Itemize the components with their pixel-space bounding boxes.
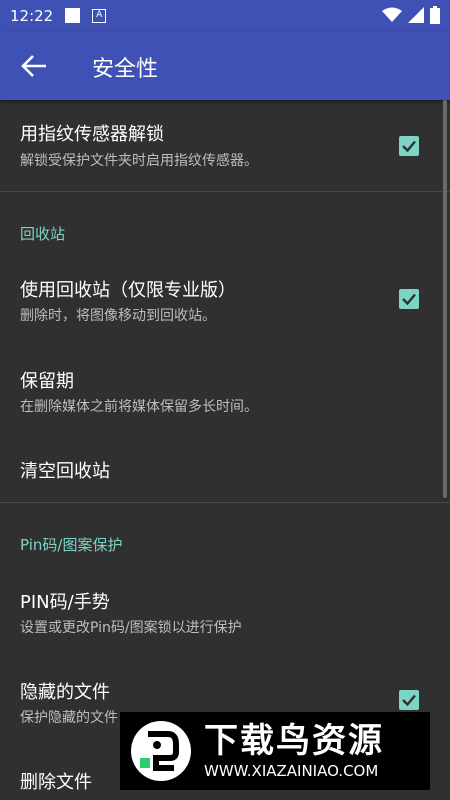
watermark-text: 下载鸟资源 WWW.XIAZAINIAO.COM	[204, 722, 384, 780]
divider	[0, 502, 450, 503]
pref-use-recycle-bin[interactable]: 使用回收站（仅限专业版） 删除时，将图像移动到回收站。	[0, 258, 440, 344]
notification-a-icon: A	[92, 8, 107, 23]
pref-title: 清空回收站	[20, 461, 110, 482]
settings-list: 用指纹传感器解锁 解锁受保护文件夹时启用指纹传感器。 回收站 使用回收站（仅限专…	[0, 100, 450, 800]
pref-title: 隐藏的文件	[20, 682, 110, 703]
pref-retention-period[interactable]: 保留期 在删除媒体之前将媒体保留多长时间。	[0, 350, 440, 436]
wifi-icon	[382, 7, 402, 22]
pref-title: 保留期	[20, 371, 74, 392]
pref-title: 用指纹传感器解锁	[20, 124, 164, 145]
check-icon	[402, 293, 416, 306]
status-indicators	[382, 6, 440, 24]
check-icon	[402, 694, 416, 707]
watermark-url: WWW.XIAZAINIAO.COM	[204, 762, 379, 780]
status-bar: 12:22 A	[0, 0, 450, 31]
app-bar: 安全性	[0, 31, 450, 100]
signal-icon	[408, 7, 424, 23]
section-header-recycle-bin: 回收站	[20, 225, 66, 243]
scrollbar[interactable]	[443, 100, 447, 498]
pref-summary: 删除时，将图像移动到回收站。	[20, 308, 216, 324]
divider	[0, 191, 450, 192]
section-header-pin-protection: Pin码/图案保护	[20, 536, 123, 554]
back-button[interactable]	[20, 53, 48, 79]
pref-summary: 设置或更改Pin码/图案锁以进行保护	[20, 620, 242, 636]
pref-summary: 解锁受保护文件夹时启用指纹传感器。	[20, 153, 258, 169]
status-time: 12:22	[10, 6, 54, 25]
bird-logo-icon	[131, 721, 191, 781]
fingerprint-checkbox[interactable]	[399, 136, 419, 156]
hidden-files-checkbox[interactable]	[399, 690, 419, 710]
pref-pin-gesture[interactable]: PIN码/手势 设置或更改Pin码/图案锁以进行保护	[0, 570, 440, 656]
arrow-back-icon	[21, 55, 46, 77]
watermark-title: 下载鸟资源	[204, 721, 384, 761]
pref-summary: 保护隐藏的文件	[20, 710, 118, 726]
battery-icon	[430, 6, 440, 24]
check-icon	[402, 140, 416, 153]
page-title: 安全性	[92, 57, 159, 82]
watermark-banner: 下载鸟资源 WWW.XIAZAINIAO.COM	[120, 712, 430, 790]
pref-fingerprint-unlock[interactable]: 用指纹传感器解锁 解锁受保护文件夹时启用指纹传感器。	[0, 100, 440, 191]
pref-empty-recycle-bin[interactable]: 清空回收站	[0, 442, 440, 502]
pref-title: PIN码/手势	[20, 592, 110, 613]
notification-icon	[65, 8, 81, 23]
pref-summary: 在删除媒体之前将媒体保留多长时间。	[20, 399, 258, 415]
pref-title: 删除文件	[20, 772, 92, 793]
recycle-bin-checkbox[interactable]	[399, 289, 419, 309]
pref-title: 使用回收站（仅限专业版）	[20, 280, 236, 301]
